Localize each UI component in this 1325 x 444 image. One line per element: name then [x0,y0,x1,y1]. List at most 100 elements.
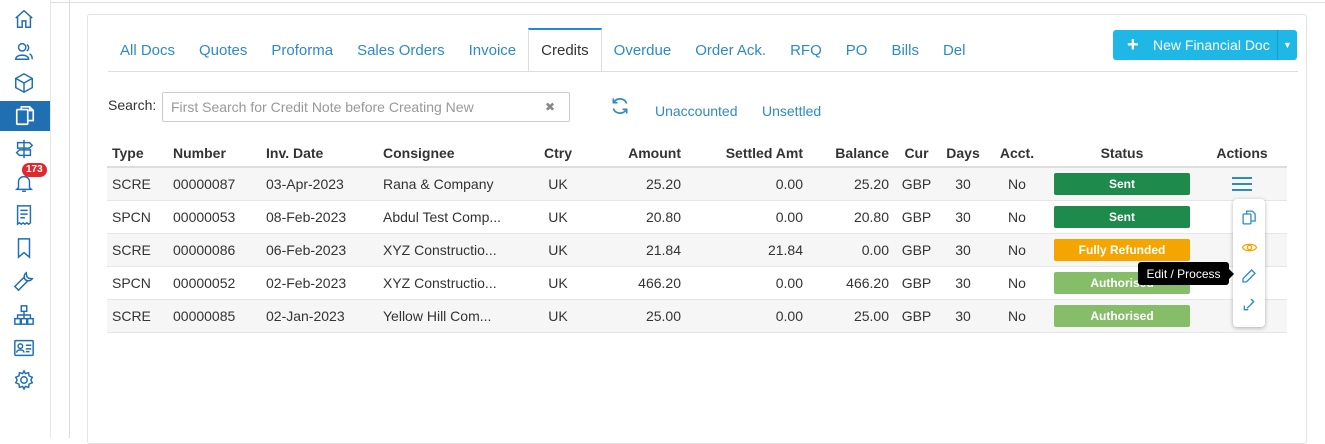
cell-settled: 0.00 [686,266,808,300]
tab-quotes[interactable]: Quotes [187,28,259,72]
tab-rfq[interactable]: RFQ [778,28,834,72]
col-type[interactable]: Type [107,140,168,168]
cell-type: SPCN [107,266,168,300]
tab-del[interactable]: Del [931,28,978,72]
cell-acct: No [987,299,1047,333]
refresh-icon[interactable] [610,96,630,116]
cell-consignee: XYZ Constructio... [378,266,528,300]
contacts-icon[interactable] [11,38,37,64]
transfer-arrows-icon[interactable] [1239,295,1259,315]
plus-icon: + [1127,33,1139,56]
hamburger-menu-icon[interactable] [1232,176,1252,192]
col-inv-date[interactable]: Inv. Date [261,140,378,168]
tab-proforma[interactable]: Proforma [259,28,345,72]
edit-process-tooltip: Edit / Process [1138,262,1234,285]
cell-acct: No [987,233,1047,267]
unsettled-link[interactable]: Unsettled [762,103,821,119]
cell-ctry: UK [528,167,588,201]
col-days[interactable]: Days [939,140,987,168]
cell-amount: 20.80 [588,200,686,234]
new-financial-doc-label: New Financial Doc [1153,37,1270,53]
col-settled-amt[interactable]: Settled Amt [686,140,808,168]
cell-balance: 25.00 [808,299,894,333]
product-box-icon[interactable] [11,70,37,96]
tab-all-docs[interactable]: All Docs [108,28,187,72]
home-icon[interactable] [11,6,37,32]
tab-overdue[interactable]: Overdue [602,28,684,72]
status-badge: Sent [1054,172,1190,195]
cell-date: 06-Feb-2023 [261,233,378,267]
cell-actions [1197,167,1287,201]
caret-down-icon[interactable]: ▼ [1277,30,1297,60]
doc-tabs: All Docs Quotes Proforma Sales Orders In… [108,28,977,72]
col-number[interactable]: Number [168,140,261,168]
cell-settled: 21.84 [686,233,808,267]
cell-amount: 25.20 [588,167,686,201]
cell-consignee: Abdul Test Comp... [378,200,528,234]
cell-number: 00000052 [168,266,261,300]
cell-cur: GBP [894,200,939,234]
cell-ctry: UK [528,266,588,300]
cell-date: 08-Feb-2023 [261,200,378,234]
top-border [0,2,1325,3]
cell-ctry: UK [528,299,588,333]
cell-consignee: XYZ Constructio... [378,233,528,267]
col-ctry[interactable]: Ctry [528,140,588,168]
cell-type: SPCN [107,200,168,234]
col-consignee[interactable]: Consignee [378,140,528,168]
cell-days: 30 [939,299,987,333]
cell-settled: 0.00 [686,200,808,234]
cell-status: Sent [1047,200,1197,234]
edit-pencil-icon[interactable] [1239,266,1259,286]
credits-table: Type Number Inv. Date Consignee Ctry Amo… [107,140,1287,333]
tab-bills[interactable]: Bills [879,28,931,72]
id-card-icon[interactable] [11,335,37,361]
bookmark-icon[interactable] [11,235,37,261]
clear-icon[interactable]: ✖ [545,100,555,114]
view-eye-icon[interactable] [1239,237,1259,257]
unaccounted-link[interactable]: Unaccounted [655,103,738,119]
col-balance[interactable]: Balance [808,140,894,168]
tab-sales-orders[interactable]: Sales Orders [345,28,457,72]
cell-type: SCRE [107,167,168,201]
new-financial-doc-button[interactable]: + New Financial Doc ▼ [1113,30,1297,60]
cell-type: SCRE [107,233,168,267]
tab-credits[interactable]: Credits [528,28,602,72]
cell-days: 30 [939,200,987,234]
cell-balance: 466.20 [808,266,894,300]
copy-icon[interactable] [1239,207,1259,227]
org-chart-icon[interactable] [11,302,37,328]
col-cur[interactable]: Cur [894,140,939,168]
table-row[interactable]: SPCN 00000052 02-Feb-2023 XYZ Constructio..… [107,266,1287,300]
cell-ctry: UK [528,233,588,267]
status-badge: Fully Refunded [1054,238,1190,261]
cell-date: 02-Jan-2023 [261,299,378,333]
table-row[interactable]: SPCN 00000053 08-Feb-2023 Abdul Test Comp..… [107,200,1287,234]
cell-balance: 25.20 [808,167,894,201]
cell-acct: No [987,167,1047,201]
receipt-icon[interactable] [11,202,37,228]
tab-po[interactable]: PO [834,28,880,72]
cell-days: 30 [939,233,987,267]
cell-date: 02-Feb-2023 [261,266,378,300]
tab-invoice[interactable]: Invoice [457,28,529,72]
cell-ctry: UK [528,200,588,234]
tab-order-ack[interactable]: Order Ack. [683,28,778,72]
cell-days: 30 [939,266,987,300]
notification-badge: 173 [22,163,47,177]
table-row[interactable]: SCRE 00000087 03-Apr-2023 Rana & Company UK 2… [107,167,1287,201]
col-amount[interactable]: Amount [588,140,686,168]
search-input[interactable] [163,93,523,121]
documents-icon[interactable] [0,101,50,131]
status-badge: Sent [1054,205,1190,228]
table-header-row: Type Number Inv. Date Consignee Ctry Amo… [107,140,1287,168]
cell-number: 00000053 [168,200,261,234]
signpost-icon[interactable] [11,136,37,162]
cell-number: 00000087 [168,167,261,201]
gear-icon[interactable] [11,367,37,393]
col-acct[interactable]: Acct. [987,140,1047,168]
wrench-icon[interactable] [11,268,37,294]
table-row[interactable]: SCRE 00000086 06-Feb-2023 XYZ Constructio..… [107,233,1287,267]
table-row[interactable]: SCRE 00000085 02-Jan-2023 Yellow Hill Com..… [107,299,1287,333]
cell-number: 00000085 [168,299,261,333]
